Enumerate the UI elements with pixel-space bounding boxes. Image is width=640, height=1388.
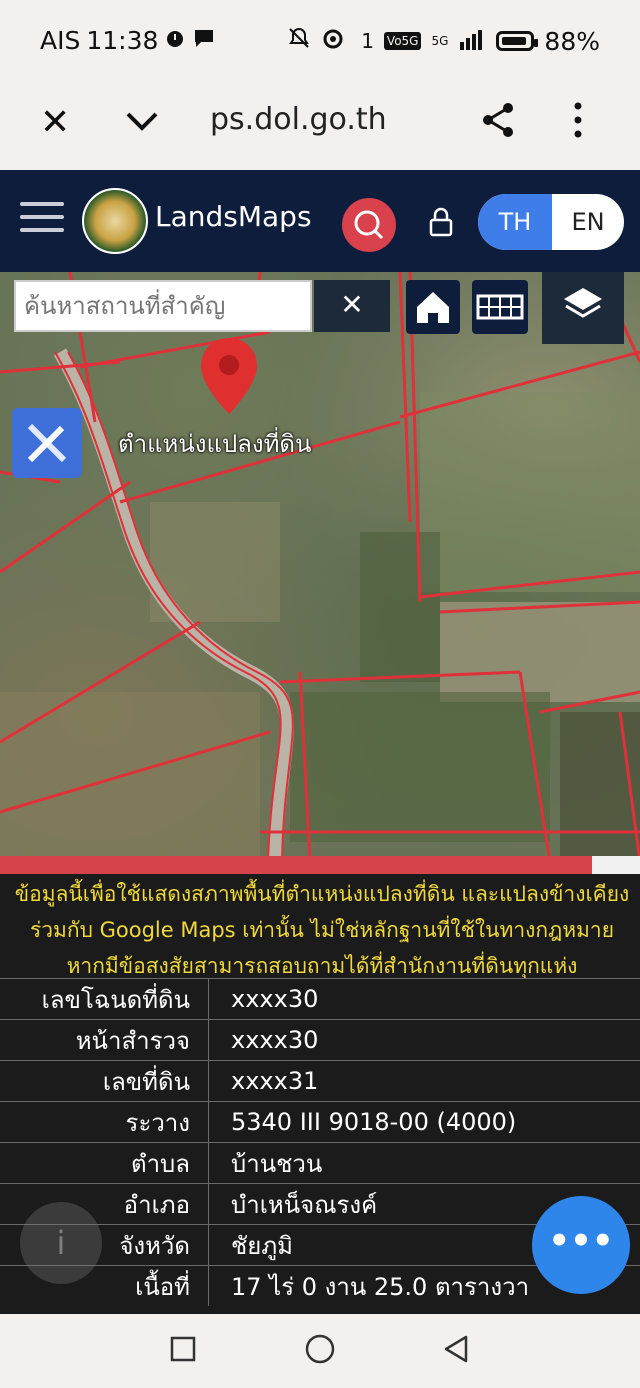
carrier-label: AIS	[40, 26, 80, 55]
recents-icon[interactable]	[172, 1338, 194, 1360]
hamburger-menu-icon[interactable]	[20, 202, 64, 241]
mute-icon	[287, 26, 311, 56]
lang-th-button[interactable]: TH	[478, 194, 552, 250]
sim-number: 1	[361, 29, 374, 53]
search-icon	[342, 198, 396, 252]
signal-icon	[458, 27, 486, 56]
grid-icon	[472, 280, 528, 334]
table-row: หน้าสำรวจxxxx30	[0, 1020, 640, 1061]
more-vert-icon[interactable]	[570, 100, 586, 140]
brand-title: LandsMaps	[155, 200, 312, 233]
row-value: xxxx30	[209, 979, 640, 1020]
table-row: เลขโฉนดที่ดินxxxx30	[0, 979, 640, 1020]
alarm-icon	[164, 26, 186, 55]
row-value: 5340 III 9018-00 (4000)	[209, 1102, 640, 1143]
clock-time: 11:38	[86, 26, 158, 55]
row-value: xxxx30	[209, 1020, 640, 1061]
search-button[interactable]	[342, 198, 396, 252]
lock-icon[interactable]	[426, 206, 456, 242]
load-progress-bar	[0, 856, 640, 874]
lang-en-button[interactable]: EN	[552, 194, 624, 250]
place-search-input[interactable]	[22, 282, 306, 330]
layers-icon	[542, 272, 624, 344]
layers-button[interactable]	[542, 272, 624, 344]
grid-button[interactable]	[472, 280, 528, 334]
system-nav-bar	[0, 1314, 640, 1384]
row-label: เลขที่ดิน	[0, 1061, 209, 1102]
parcel-boundary-overlay	[0, 272, 640, 862]
close-icon[interactable]: ✕	[40, 102, 70, 143]
pencil-ruler-icon	[12, 408, 82, 478]
language-toggle: TH EN	[478, 194, 624, 250]
app-header: LandsMaps TH EN	[0, 170, 640, 272]
disclaimer-text: ข้อมูลนี้เพื่อใช้แสดงสภาพพื้นที่ตำแหน่งแ…	[10, 876, 634, 984]
more-options-fab[interactable]: •••	[532, 1196, 630, 1294]
vo5g-badge: Vo5G	[384, 32, 422, 50]
department-logo	[82, 188, 148, 254]
table-row: เลขที่ดินxxxx31	[0, 1061, 640, 1102]
home-nav-icon[interactable]	[307, 1336, 333, 1362]
share-icon[interactable]	[478, 100, 518, 144]
row-value: xxxx31	[209, 1061, 640, 1102]
hotspot-icon	[321, 26, 351, 56]
row-label: เลขโฉนดที่ดิน	[0, 979, 209, 1020]
row-value: บ้านชวน	[209, 1143, 640, 1184]
home-icon	[406, 280, 460, 334]
browser-toolbar: ✕ ps.dol.go.th	[0, 82, 640, 170]
battery-icon	[496, 31, 534, 51]
back-icon[interactable]	[446, 1337, 466, 1361]
chat-icon	[192, 26, 216, 55]
location-pin-icon[interactable]	[198, 336, 260, 420]
clear-search-button[interactable]: ✕	[314, 280, 390, 332]
url-text[interactable]: ps.dol.go.th	[210, 102, 387, 137]
chevron-down-icon[interactable]	[122, 106, 162, 140]
status-bar: AIS 11:38 1 Vo5G 5G 88%	[0, 0, 640, 82]
row-label: ตำบล	[0, 1143, 209, 1184]
load-progress-fill	[0, 856, 592, 874]
parcel-location-label: ตำแหน่งแปลงที่ดิน	[118, 424, 311, 463]
table-row: ระวาง5340 III 9018-00 (4000)	[0, 1102, 640, 1143]
info-icon[interactable]: i	[20, 1202, 102, 1284]
place-search-box	[14, 280, 312, 332]
home-button[interactable]	[406, 280, 460, 334]
network-type: 5G	[431, 34, 448, 48]
battery-percent: 88%	[544, 27, 600, 56]
row-label: หน้าสำรวจ	[0, 1020, 209, 1061]
table-row: ตำบลบ้านชวน	[0, 1143, 640, 1184]
row-label: ระวาง	[0, 1102, 209, 1143]
measure-tool-button[interactable]	[12, 408, 82, 478]
satellite-map[interactable]: ✕ ตำแหน่งแปลงที่ดิน	[0, 272, 640, 862]
